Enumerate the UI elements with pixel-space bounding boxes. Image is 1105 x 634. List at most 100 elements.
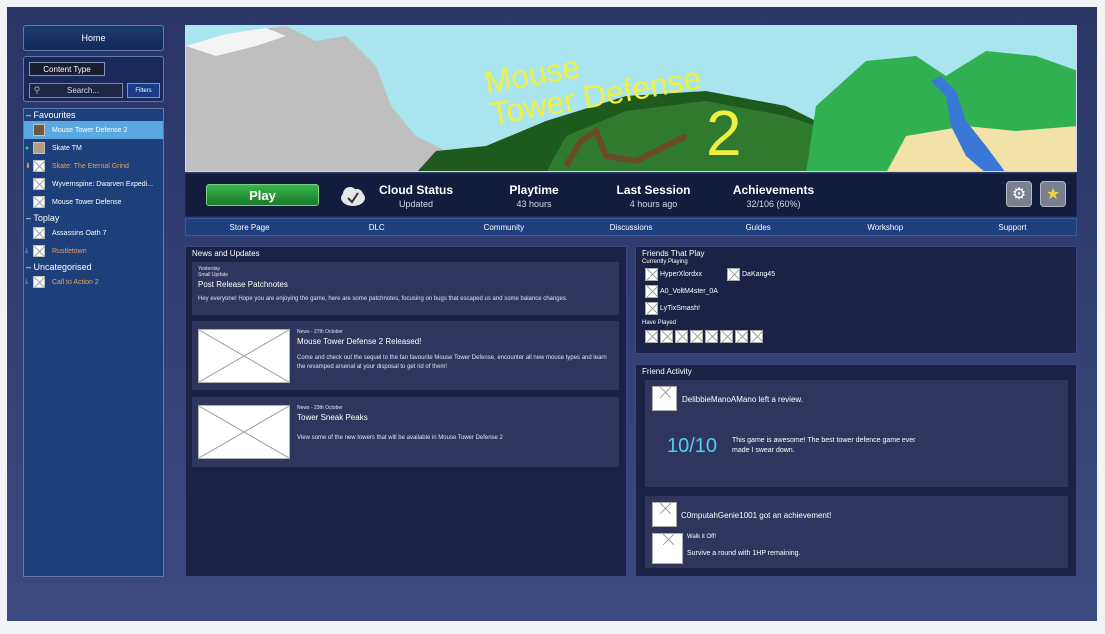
tab-guides[interactable]: Guides (695, 219, 822, 235)
activity-review[interactable]: DelibbieManoAMano left a review. 10/10 T… (645, 380, 1068, 487)
game-thumbnail (33, 276, 45, 288)
achievement-name: Walk it Off! (687, 534, 717, 540)
friends-that-play-panel: Friends That Play Currently Playing Hype… (635, 246, 1077, 354)
tab-workshop[interactable]: Workshop (822, 219, 949, 235)
friend-avatar (652, 502, 677, 527)
friend-avatar (645, 285, 658, 298)
achievements-value: 32/106 (60%) (746, 199, 801, 209)
list-item[interactable]: Assassins Oath 7 (24, 224, 163, 242)
search-panel: Content Type ⚲ Search... Filters (23, 56, 164, 102)
have-played-avatars (645, 330, 763, 343)
friend-avatar (652, 386, 677, 411)
game-banner: Mouse Tower Defense 2 (185, 25, 1077, 172)
list-item[interactable]: Mouse Tower Defense 2 (24, 121, 163, 139)
achievement-description: Survive a round with 1HP remaining. (687, 550, 801, 557)
list-item[interactable]: ⤓ Rustletown (24, 242, 163, 260)
friend-avatar[interactable] (720, 330, 733, 343)
have-played-label: Have Played (642, 320, 677, 326)
game-title: Rustletown (52, 247, 87, 255)
game-title: Mouse Tower Defense (52, 198, 122, 206)
game-thumbnail (33, 245, 45, 257)
friend-avatar[interactable] (645, 330, 658, 343)
game-title: Call to Action 2 (52, 278, 99, 286)
news-body: Hey everyone! Hope you are enjoying the … (198, 296, 568, 302)
search-input[interactable]: ⚲ Search... (29, 83, 123, 98)
friend-name: LyTixSmash! (660, 305, 700, 312)
game-info-bar: Play Cloud Status Updated Playtime 43 hour… (185, 173, 1077, 217)
news-item[interactable]: Yesterday Small Update Post Release Patc… (192, 262, 619, 315)
filters-button[interactable]: Filters (127, 83, 160, 98)
list-item[interactable]: ⤓ Call to Action 2 (24, 273, 163, 291)
activity-achievement[interactable]: C0mputahGenie1001 got an achievement! Wa… (645, 496, 1068, 568)
favourite-button[interactable]: ★ (1040, 181, 1066, 207)
news-image-placeholder (198, 329, 290, 383)
news-headline: Post Release Patchnotes (198, 280, 288, 289)
home-button[interactable]: Home (23, 25, 164, 51)
game-thumbnail (33, 227, 45, 239)
friend-avatar[interactable] (675, 330, 688, 343)
friend-name: A0_VoltM4ster_0A (660, 288, 718, 295)
update-status-icon: ⬇ (25, 163, 31, 170)
cloud-status-title: Cloud Status (379, 183, 453, 197)
category-toplay[interactable]: – Toplay (24, 212, 163, 224)
friend-avatar (645, 268, 658, 281)
news-type: Small Update (198, 272, 229, 278)
download-status-icon: ⤓ (25, 247, 29, 254)
game-thumbnail (33, 142, 45, 154)
tab-store-page[interactable]: Store Page (186, 219, 313, 235)
friend-avatar[interactable] (705, 330, 718, 343)
list-item[interactable]: ● Skate TM (24, 139, 163, 157)
friend-entry[interactable]: A0_VoltM4ster_0A (645, 285, 718, 298)
game-thumbnail (33, 196, 45, 208)
game-title: Skate: The Eternal Grind (52, 162, 129, 170)
game-title: Mouse Tower Defense 2 (52, 126, 128, 134)
tab-community[interactable]: Community (440, 219, 567, 235)
playtime-stat: Playtime 43 hours (494, 183, 574, 209)
friend-avatar[interactable] (750, 330, 763, 343)
currently-playing-label: Currently Playing (642, 259, 688, 265)
friend-name: HyperXlordxx (660, 271, 703, 278)
news-headline: Tower Sneak Peaks (297, 413, 368, 422)
list-item[interactable]: ⬇ Skate: The Eternal Grind (24, 157, 163, 175)
list-item[interactable]: Wyvernspine: Dwarven Expedi... (24, 175, 163, 193)
news-item[interactable]: News - 27th October Mouse Tower Defense … (192, 321, 619, 390)
play-button[interactable]: Play (206, 184, 319, 206)
friend-activity-panel: Friend Activity DelibbieManoAMano left a… (635, 364, 1077, 577)
tab-support[interactable]: Support (949, 219, 1076, 235)
news-panel-title: News and Updates (192, 249, 260, 258)
game-title: Wyvernspine: Dwarven Expedi... (52, 180, 154, 188)
last-session-value: 4 hours ago (629, 199, 678, 209)
friend-avatar[interactable] (735, 330, 748, 343)
content-type-dropdown[interactable]: Content Type (29, 62, 105, 76)
friend-entry[interactable]: HyperXlordxx (645, 268, 702, 281)
category-favourites[interactable]: – Favourites (24, 109, 163, 121)
friend-entry[interactable]: DaKang45 (727, 268, 775, 281)
category-label: Uncategorised (33, 262, 92, 272)
playtime-value: 43 hours (516, 199, 552, 209)
friends-panel-title: Friends That Play (642, 249, 705, 258)
game-title: Assassins Oath 7 (52, 229, 107, 237)
search-icon: ⚲ (33, 85, 41, 95)
game-library: – Favourites Mouse Tower Defense 2 ● Skat… (23, 108, 164, 577)
friend-entry[interactable]: LyTixSmash! (645, 302, 700, 315)
tab-discussions[interactable]: Discussions (567, 219, 694, 235)
activity-panel-title: Friend Activity (642, 367, 692, 376)
friend-avatar[interactable] (690, 330, 703, 343)
news-meta: News - 27th October (297, 329, 343, 335)
category-label: Favourites (33, 110, 76, 120)
friend-avatar[interactable] (660, 330, 673, 343)
news-headline: Mouse Tower Defense 2 Released! (297, 337, 422, 346)
last-session-title: Last Session (616, 183, 691, 197)
news-item[interactable]: News - 23th October Tower Sneak Peaks Vi… (192, 397, 619, 467)
achievements-stat[interactable]: Achievements 32/106 (60%) (726, 183, 821, 209)
cloud-check-icon (341, 187, 365, 206)
game-thumbnail (33, 178, 45, 190)
list-item[interactable]: Mouse Tower Defense (24, 193, 163, 211)
gear-icon: ⚙ (1011, 186, 1027, 203)
category-uncategorised[interactable]: – Uncategorised (24, 261, 163, 273)
achievement-icon (652, 533, 683, 564)
news-body: Come and check out the sequel to the fan… (297, 355, 607, 370)
tab-dlc[interactable]: DLC (313, 219, 440, 235)
settings-button[interactable]: ⚙ (1006, 181, 1032, 207)
friend-avatar (645, 302, 658, 315)
